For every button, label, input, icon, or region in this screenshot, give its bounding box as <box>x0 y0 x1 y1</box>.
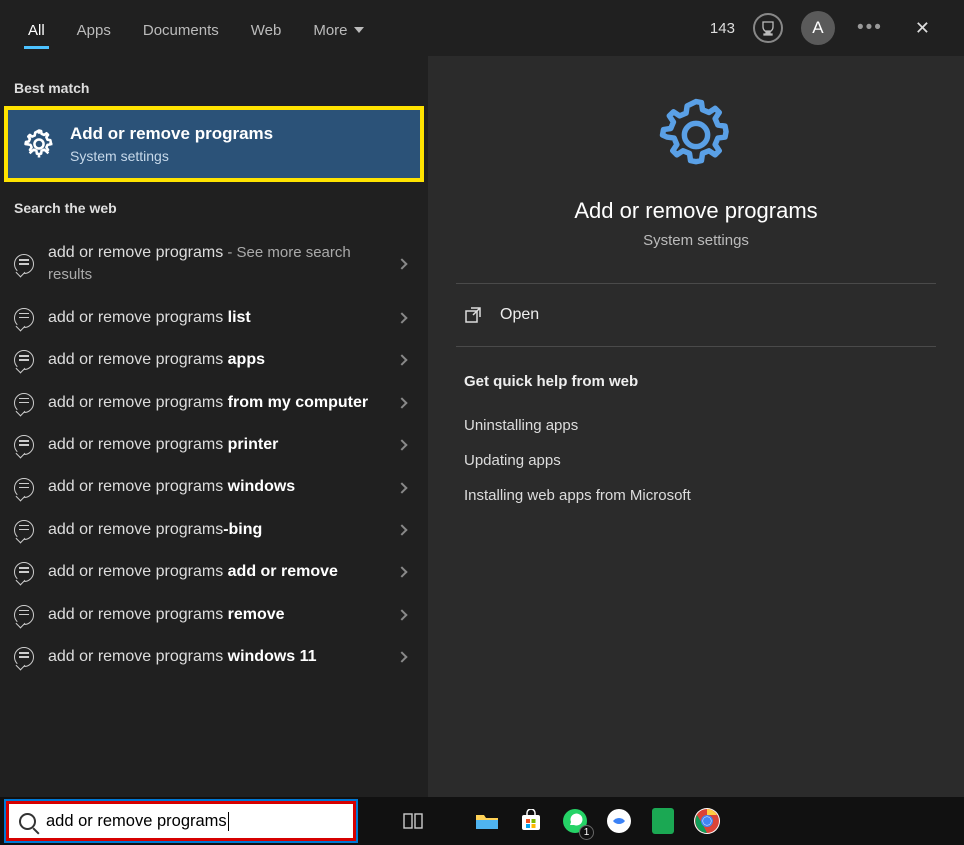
chrome-icon[interactable] <box>690 804 724 838</box>
web-result-text: add or remove programs remove <box>48 604 384 626</box>
preview-pane: Add or remove programs System settings O… <box>428 56 964 797</box>
best-match-subtitle: System settings <box>70 148 273 164</box>
chevron-right-icon <box>396 567 407 578</box>
filter-tabs: All Apps Documents Web More 143 A ••• ✕ <box>0 0 964 56</box>
web-result-item[interactable]: add or remove programs from my computer <box>0 382 428 424</box>
file-explorer-icon[interactable] <box>470 804 504 838</box>
web-result-text: add or remove programs windows <box>48 476 384 498</box>
web-result-text: add or remove programs from my computer <box>48 392 384 414</box>
quick-help-link[interactable]: Updating apps <box>464 443 928 478</box>
rewards-points[interactable]: 143 <box>710 20 735 37</box>
web-search-icon <box>14 350 34 370</box>
web-result-text: add or remove programs windows 11 <box>48 646 384 668</box>
tab-documents[interactable]: Documents <box>127 8 235 49</box>
gear-icon <box>655 94 737 176</box>
close-button[interactable]: ✕ <box>905 12 940 45</box>
web-result-item[interactable]: add or remove programs - See more search… <box>0 232 428 297</box>
best-match-header: Best match <box>0 76 428 106</box>
web-search-icon <box>14 562 34 582</box>
preview-title: Add or remove programs <box>574 198 817 224</box>
search-icon <box>19 813 36 830</box>
search-input-value: add or remove programs <box>46 812 229 831</box>
gear-icon <box>22 127 56 161</box>
best-match-result[interactable]: Add or remove programs System settings <box>4 106 424 182</box>
quick-help-link[interactable]: Uninstalling apps <box>464 408 928 443</box>
web-result-text: add or remove programs-bing <box>48 519 384 541</box>
user-avatar[interactable]: A <box>801 11 835 45</box>
web-search-icon <box>14 308 34 328</box>
results-list: Best match Add or remove programs System… <box>0 56 428 797</box>
app-icon[interactable] <box>602 804 636 838</box>
chevron-right-icon <box>396 439 407 450</box>
search-web-header: Search the web <box>0 182 428 226</box>
web-result-item[interactable]: add or remove programs printer <box>0 424 428 466</box>
taskbar: add or remove programs 1 <box>0 797 964 845</box>
web-search-icon <box>14 605 34 625</box>
web-result-text: add or remove programs apps <box>48 349 384 371</box>
web-search-icon <box>14 520 34 540</box>
chevron-right-icon <box>396 609 407 620</box>
web-result-text: add or remove programs printer <box>48 434 384 456</box>
app-icon[interactable] <box>646 804 680 838</box>
web-search-icon <box>14 478 34 498</box>
web-result-item[interactable]: add or remove programs windows 11 <box>0 636 428 678</box>
tab-apps[interactable]: Apps <box>61 8 127 49</box>
task-view-icon[interactable] <box>396 804 430 838</box>
web-result-item[interactable]: add or remove programs apps <box>0 339 428 381</box>
web-result-item[interactable]: add or remove programs remove <box>0 594 428 636</box>
chevron-right-icon <box>396 397 407 408</box>
web-result-item[interactable]: add or remove programs windows <box>0 466 428 508</box>
chevron-down-icon <box>354 27 364 33</box>
web-result-item[interactable]: add or remove programs add or remove <box>0 551 428 593</box>
microsoft-store-icon[interactable] <box>514 804 548 838</box>
rewards-badge-icon[interactable] <box>753 13 783 43</box>
tab-more[interactable]: More <box>297 8 379 49</box>
open-action[interactable]: Open <box>458 284 934 346</box>
web-result-text: add or remove programs list <box>48 307 384 329</box>
open-label: Open <box>500 306 539 324</box>
whatsapp-icon[interactable]: 1 <box>558 804 592 838</box>
web-result-text: add or remove programs add or remove <box>48 561 384 583</box>
web-result-text: add or remove programs - See more search… <box>48 242 384 287</box>
tab-web[interactable]: Web <box>235 8 298 49</box>
chevron-right-icon <box>396 651 407 662</box>
chevron-right-icon <box>396 312 407 323</box>
open-icon <box>464 306 482 324</box>
preview-subtitle: System settings <box>643 232 749 249</box>
web-search-icon <box>14 254 34 274</box>
web-search-icon <box>14 647 34 667</box>
windows-search-panel: All Apps Documents Web More 143 A ••• ✕ … <box>0 0 964 797</box>
quick-help-header: Get quick help from web <box>464 373 928 390</box>
web-result-item[interactable]: add or remove programs list <box>0 297 428 339</box>
web-result-item[interactable]: add or remove programs-bing <box>0 509 428 551</box>
options-button[interactable]: ••• <box>853 17 887 39</box>
chevron-right-icon <box>396 355 407 366</box>
tab-all[interactable]: All <box>12 8 61 49</box>
search-input[interactable]: add or remove programs <box>6 801 356 841</box>
chevron-right-icon <box>396 482 407 493</box>
best-match-title: Add or remove programs <box>70 124 273 144</box>
quick-help-link[interactable]: Installing web apps from Microsoft <box>464 478 928 513</box>
chevron-right-icon <box>396 259 407 270</box>
chevron-right-icon <box>396 524 407 535</box>
web-search-icon <box>14 393 34 413</box>
web-search-icon <box>14 435 34 455</box>
